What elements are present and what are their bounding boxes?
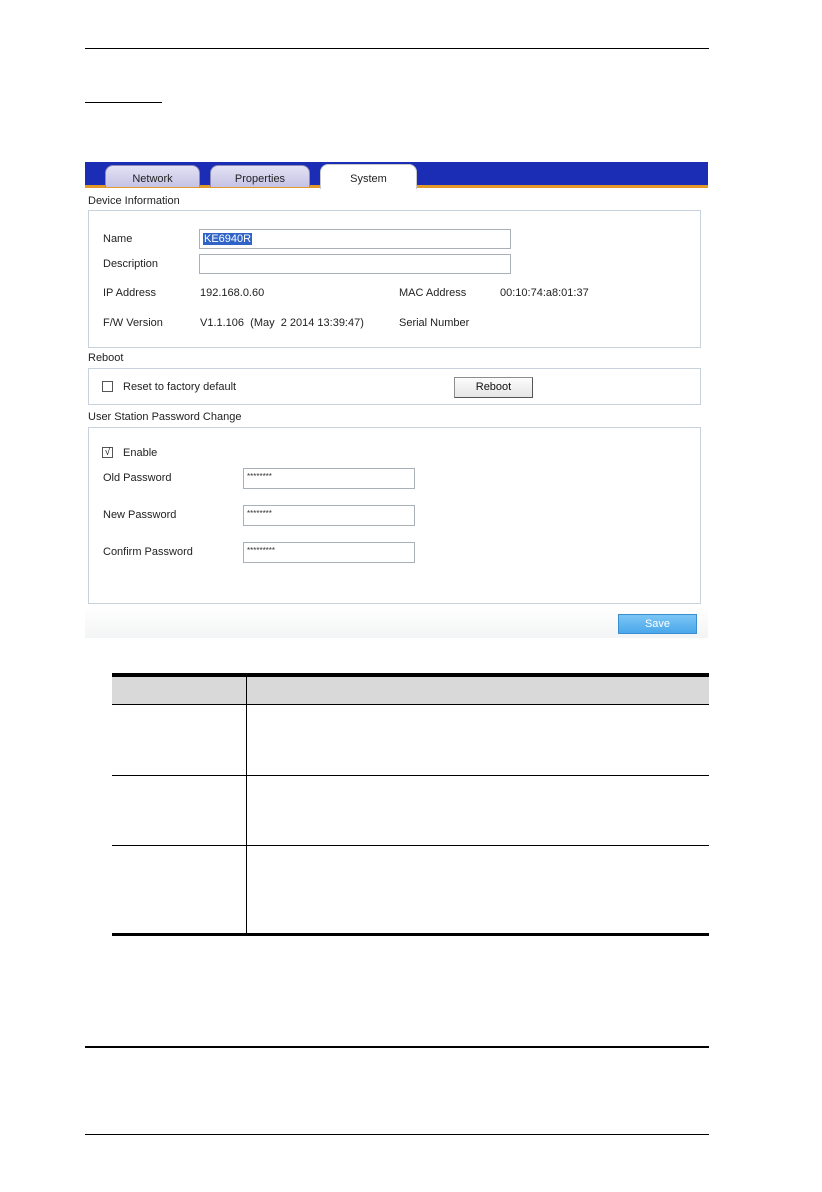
password-change-title: User Station Password Change (88, 411, 242, 423)
confirm-password-label: Confirm Password (103, 546, 193, 558)
device-information-group: Name KE6940R Description IP Address 192.… (88, 210, 701, 348)
description-label: Description (103, 258, 159, 270)
ip-address-value: 192.168.0.60 (200, 287, 265, 299)
serial-number-label: Serial Number (399, 317, 470, 329)
table-row-divider (112, 845, 709, 846)
device-information-title: Device Information (88, 195, 180, 207)
mac-address-label: MAC Address (399, 287, 467, 299)
reboot-group: Reset to factory default Reboot (88, 368, 701, 405)
system-settings-panel: Network Properties System Device Informa… (85, 162, 708, 638)
table-column-divider (246, 677, 247, 934)
table-bottom-rule (112, 933, 709, 936)
mac-address-value: 00:10:74:a8:01:37 (500, 287, 589, 299)
reboot-title: Reboot (88, 352, 124, 364)
table-header (112, 677, 709, 704)
save-button[interactable]: Save (618, 614, 697, 634)
ip-address-label: IP Address (103, 287, 156, 299)
fw-version-label: F/W Version (103, 317, 163, 329)
header-rule (85, 48, 709, 49)
description-input[interactable] (199, 254, 511, 274)
name-input[interactable]: KE6940R (199, 229, 511, 249)
name-value: KE6940R (203, 233, 253, 245)
old-password-label: Old Password (103, 472, 172, 484)
name-label: Name (103, 233, 133, 245)
old-password-input[interactable]: ******** (243, 468, 415, 489)
note-rule (85, 1046, 709, 1048)
fw-version-value: V1.1.106 (May 2 2014 13:39:47) (200, 317, 364, 329)
tab-system[interactable]: System (320, 164, 417, 189)
reset-factory-label: Reset to factory default (123, 381, 237, 393)
enable-label: Enable (123, 447, 158, 459)
password-change-group: √ Enable Old Password ******** New Passw… (88, 427, 701, 604)
table-row-divider (112, 775, 709, 776)
reboot-button[interactable]: Reboot (454, 377, 533, 398)
reset-factory-checkbox[interactable] (102, 381, 113, 392)
tab-properties[interactable]: Properties (210, 165, 310, 187)
tab-bar: Network Properties System (85, 162, 708, 189)
panel-footer (85, 607, 708, 638)
footer-rule (85, 1134, 709, 1135)
tab-network[interactable]: Network (105, 165, 200, 187)
section-heading-underline (85, 102, 162, 103)
new-password-input[interactable]: ******** (243, 505, 415, 526)
enable-checkbox[interactable]: √ (102, 447, 113, 458)
table-header-rule (112, 704, 709, 705)
confirm-password-input[interactable]: ********* (243, 542, 415, 563)
new-password-label: New Password (103, 509, 177, 521)
